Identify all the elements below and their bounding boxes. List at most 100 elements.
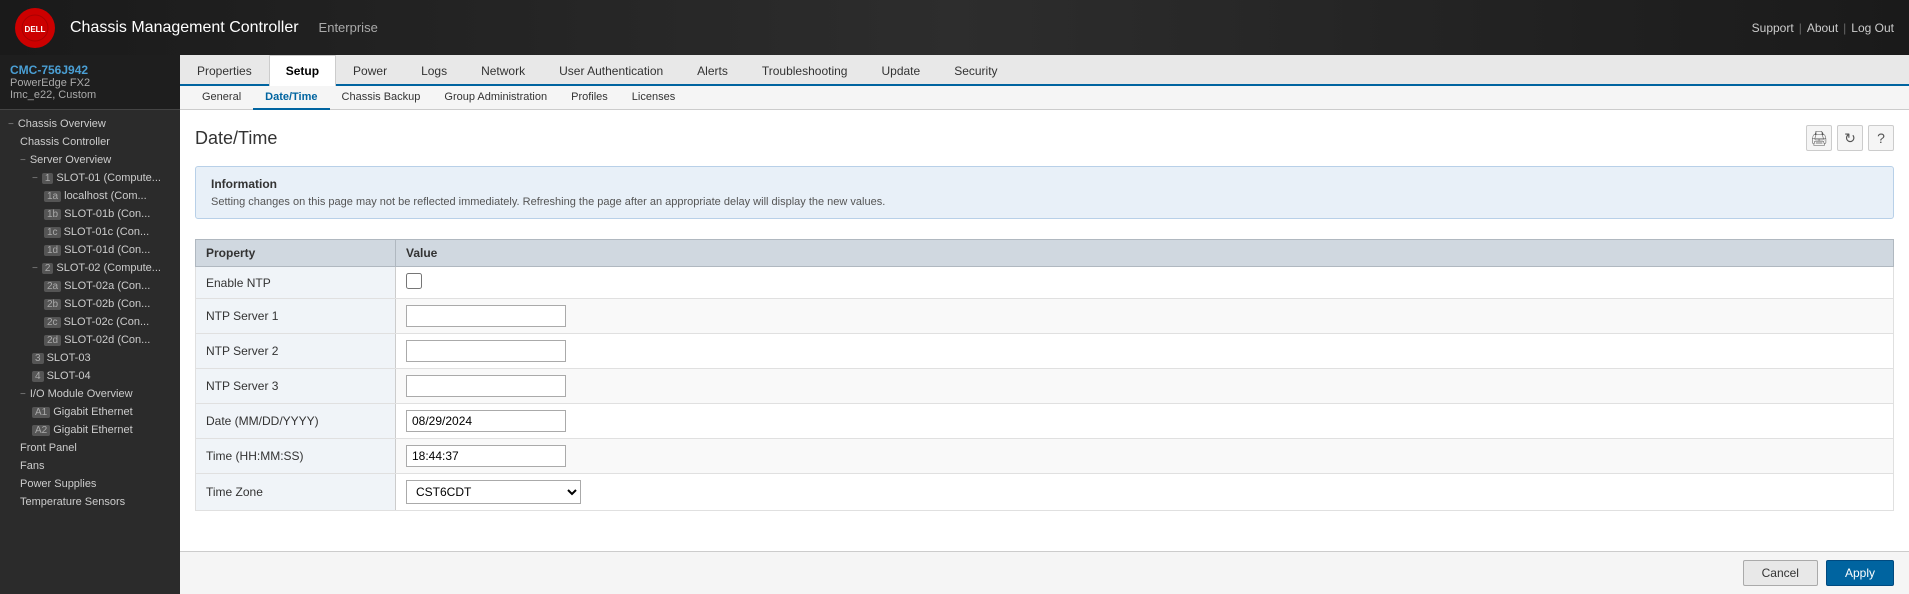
sidebar-item-label: Gigabit Ethernet bbox=[53, 406, 133, 418]
tree-toggle: − bbox=[20, 389, 26, 400]
property-value bbox=[396, 267, 1894, 299]
sidebar-item-label: Chassis Controller bbox=[20, 136, 110, 148]
subtab-general[interactable]: General bbox=[190, 86, 253, 110]
header-nav: Support | About | Log Out bbox=[1752, 21, 1894, 35]
about-link[interactable]: About bbox=[1807, 21, 1838, 35]
sidebar-item-slot01d[interactable]: 1d SLOT-01d (Con... bbox=[0, 241, 180, 259]
property-value bbox=[396, 299, 1894, 334]
property-label: NTP Server 2 bbox=[196, 334, 396, 369]
tree-toggle: − bbox=[20, 155, 26, 166]
app-title: Chassis Management Controller bbox=[70, 19, 299, 37]
table-row: Enable NTP bbox=[196, 267, 1894, 299]
time-input[interactable] bbox=[406, 445, 566, 467]
property-value bbox=[396, 439, 1894, 474]
help-button[interactable]: ? bbox=[1868, 125, 1894, 151]
sidebar-item-slot01b[interactable]: 1b SLOT-01b (Con... bbox=[0, 205, 180, 223]
sidebar-item-a2-gigabit[interactable]: A2 Gigabit Ethernet bbox=[0, 421, 180, 439]
datetime-form-table: Property Value Enable NTP NTP Server 1 bbox=[195, 239, 1894, 511]
table-row: Time (HH:MM:SS) bbox=[196, 439, 1894, 474]
sidebar-item-server-overview[interactable]: − Server Overview bbox=[0, 151, 180, 169]
sidebar-item-front-panel[interactable]: Front Panel bbox=[0, 439, 180, 457]
cancel-button[interactable]: Cancel bbox=[1743, 560, 1818, 586]
sidebar-item-slot02a[interactable]: 2a SLOT-02a (Con... bbox=[0, 277, 180, 295]
print-button[interactable]: 🖨 bbox=[1806, 125, 1832, 151]
main-container: CMC-756J942 PowerEdge FX2 Imc_e22, Custo… bbox=[0, 55, 1909, 594]
sidebar-item-label: SLOT-03 bbox=[47, 352, 91, 364]
ntp-server-2-input[interactable] bbox=[406, 340, 566, 362]
sidebar-item-fans[interactable]: Fans bbox=[0, 457, 180, 475]
page-actions: 🖨 ↻ ? bbox=[1806, 125, 1894, 151]
date-input[interactable] bbox=[406, 410, 566, 432]
sidebar-item-slot02b[interactable]: 2b SLOT-02b (Con... bbox=[0, 295, 180, 313]
sidebar-item-a1-gigabit[interactable]: A1 Gigabit Ethernet bbox=[0, 403, 180, 421]
tab-troubleshooting[interactable]: Troubleshooting bbox=[745, 55, 865, 86]
property-label: Time (HH:MM:SS) bbox=[196, 439, 396, 474]
enable-ntp-checkbox[interactable] bbox=[406, 273, 422, 289]
sidebar-item-label: Server Overview bbox=[30, 154, 111, 166]
subtab-datetime[interactable]: Date/Time bbox=[253, 86, 329, 110]
apply-button[interactable]: Apply bbox=[1826, 560, 1894, 586]
tree-toggle: − bbox=[32, 173, 38, 184]
tab-power[interactable]: Power bbox=[336, 55, 404, 86]
device-name: CMC-756J942 bbox=[10, 63, 170, 77]
ntp-server-1-input[interactable] bbox=[406, 305, 566, 327]
logout-link[interactable]: Log Out bbox=[1851, 21, 1894, 35]
sidebar-item-chassis-controller[interactable]: Chassis Controller bbox=[0, 133, 180, 151]
subtab-group-admin[interactable]: Group Administration bbox=[432, 86, 559, 110]
subtab-chassis-backup[interactable]: Chassis Backup bbox=[330, 86, 433, 110]
sidebar-item-slot03[interactable]: 3 SLOT-03 bbox=[0, 349, 180, 367]
sidebar-item-label: SLOT-02d (Con... bbox=[64, 334, 150, 346]
sidebar-item-label: SLOT-02 (Compute... bbox=[56, 262, 161, 274]
sidebar-item-io-overview[interactable]: − I/O Module Overview bbox=[0, 385, 180, 403]
subtab-licenses[interactable]: Licenses bbox=[620, 86, 687, 110]
page-title: Date/Time bbox=[195, 128, 277, 149]
tab-alerts[interactable]: Alerts bbox=[680, 55, 745, 86]
tab-properties[interactable]: Properties bbox=[180, 55, 269, 86]
property-value bbox=[396, 404, 1894, 439]
table-row: NTP Server 1 bbox=[196, 299, 1894, 334]
tab-logs[interactable]: Logs bbox=[404, 55, 464, 86]
sidebar-item-label: SLOT-01c (Con... bbox=[64, 226, 150, 238]
timezone-select[interactable]: CST6CDT UTC EST5EDT PST8PDT MST7MDT Amer… bbox=[406, 480, 581, 504]
property-label: NTP Server 3 bbox=[196, 369, 396, 404]
sidebar-item-slot02[interactable]: − 2 SLOT-02 (Compute... bbox=[0, 259, 180, 277]
sidebar-item-slot02d[interactable]: 2d SLOT-02d (Con... bbox=[0, 331, 180, 349]
device-user: Imc_e22, Custom bbox=[10, 89, 170, 101]
tab-security[interactable]: Security bbox=[937, 55, 1014, 86]
sidebar-item-slot01c[interactable]: 1c SLOT-01c (Con... bbox=[0, 223, 180, 241]
sidebar-item-label: Front Panel bbox=[20, 442, 77, 454]
sidebar-item-slot04[interactable]: 4 SLOT-04 bbox=[0, 367, 180, 385]
property-value: CST6CDT UTC EST5EDT PST8PDT MST7MDT Amer… bbox=[396, 474, 1894, 511]
support-link[interactable]: Support bbox=[1752, 21, 1794, 35]
sidebar-item-label: Chassis Overview bbox=[18, 118, 106, 130]
info-box-text: Setting changes on this page may not be … bbox=[211, 196, 1878, 208]
tab-setup[interactable]: Setup bbox=[269, 55, 336, 86]
refresh-button[interactable]: ↻ bbox=[1837, 125, 1863, 151]
tab-network[interactable]: Network bbox=[464, 55, 542, 86]
sidebar-item-label: I/O Module Overview bbox=[30, 388, 133, 400]
sidebar-item-slot02c[interactable]: 2c SLOT-02c (Con... bbox=[0, 313, 180, 331]
sidebar-item-label: localhost (Com... bbox=[64, 190, 147, 202]
col-value: Value bbox=[396, 240, 1894, 267]
sidebar-item-label: Gigabit Ethernet bbox=[53, 424, 133, 436]
sidebar-item-label: SLOT-02c (Con... bbox=[64, 316, 150, 328]
property-label: Date (MM/DD/YYYY) bbox=[196, 404, 396, 439]
sidebar-item-slot01a[interactable]: 1a localhost (Com... bbox=[0, 187, 180, 205]
sidebar-item-power-supplies[interactable]: Power Supplies bbox=[0, 475, 180, 493]
sidebar-item-temp-sensors[interactable]: Temperature Sensors bbox=[0, 493, 180, 511]
sidebar-item-chassis-overview[interactable]: − Chassis Overview bbox=[0, 115, 180, 133]
sidebar-device-info: CMC-756J942 PowerEdge FX2 Imc_e22, Custo… bbox=[0, 55, 180, 110]
subtab-profiles[interactable]: Profiles bbox=[559, 86, 620, 110]
app-subtitle: Enterprise bbox=[319, 20, 378, 35]
info-box-title: Information bbox=[211, 177, 1878, 191]
sidebar-item-slot01[interactable]: − 1 SLOT-01 (Compute... bbox=[0, 169, 180, 187]
content-area: Properties Setup Power Logs Network User… bbox=[180, 55, 1909, 594]
ntp-server-3-input[interactable] bbox=[406, 375, 566, 397]
page-content: Date/Time 🖨 ↻ ? Information Setting chan… bbox=[180, 110, 1909, 551]
sidebar-tree: − Chassis Overview Chassis Controller − … bbox=[0, 110, 180, 516]
sidebar-item-label: SLOT-04 bbox=[47, 370, 91, 382]
sidebar-item-label: SLOT-02a (Con... bbox=[64, 280, 150, 292]
property-label: Enable NTP bbox=[196, 267, 396, 299]
tab-update[interactable]: Update bbox=[864, 55, 937, 86]
tab-user-auth[interactable]: User Authentication bbox=[542, 55, 680, 86]
